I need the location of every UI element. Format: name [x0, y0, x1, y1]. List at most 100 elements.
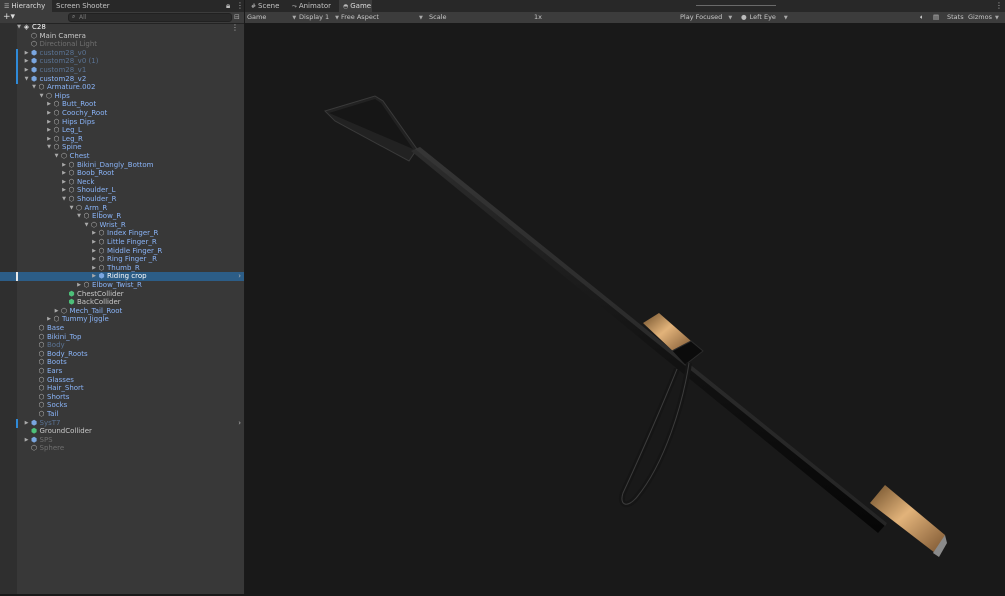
prefab-icon: ⬢: [30, 48, 38, 57]
cube-icon: ⬡: [38, 358, 45, 367]
cube-icon: ⬡: [68, 160, 75, 169]
scale-label: Scale: [429, 13, 447, 21]
cube-icon: ⬡: [38, 392, 45, 401]
mute-audio-icon[interactable]: 🔈︎: [920, 12, 924, 23]
cube-icon: ⬡: [30, 444, 38, 453]
tab-animator[interactable]: ⤳ Animator: [288, 0, 336, 12]
cube-icon: ⬡: [38, 401, 45, 410]
gamepad-icon: ◓: [343, 3, 349, 10]
cube-icon: ⬡: [68, 177, 75, 186]
chevron-down-icon: ▼: [783, 15, 788, 21]
game-panel: # Scene ⤳ Animator ◓ Game ⋮ Game ▼ Display 1…: [245, 0, 1005, 594]
hierarchy-row[interactable]: ⬡ Sphere: [0, 444, 244, 453]
cube-icon: ⬡: [38, 410, 45, 418]
animator-icon: ⤳: [292, 3, 297, 10]
tab-hierarchy-label: Hierarchy: [11, 2, 46, 10]
lock-icon[interactable]: 🔒︎: [226, 0, 230, 12]
cube-icon: ⬡: [53, 315, 60, 324]
gizmos-button[interactable]: Gizmos ▼: [968, 12, 999, 23]
cube-icon: ⬡: [38, 83, 45, 92]
prefab-icon: ⬢: [98, 272, 105, 281]
cube-icon: ⬡: [38, 332, 45, 341]
add-button[interactable]: +▾: [3, 12, 15, 23]
collider-icon: ⬢: [68, 298, 75, 307]
hierarchy-tabbar: ☰ Hierarchy Screen Shooter 🔒︎ ⋮: [0, 0, 244, 12]
hierarchy-tree: ▼ ◈ C28 ⋮ ⬡ Main Camera ⬡ Directional Light ▶ ⬢ cu…: [0, 23, 244, 594]
scene-icon: #: [251, 3, 257, 10]
cube-icon: ⬡: [38, 375, 45, 384]
tab-scene[interactable]: # Scene: [247, 0, 283, 12]
tab-game[interactable]: ◓ Game: [339, 0, 372, 12]
cube-icon: ⬡: [38, 384, 45, 393]
cube-icon: ⬡: [30, 40, 38, 49]
search-icon: ⌕: [72, 13, 76, 20]
unity-logo-icon: ◈: [23, 23, 30, 31]
filter-icon[interactable]: ⊟: [234, 13, 240, 21]
prefab-icon: ⬢: [30, 66, 38, 74]
tab-animator-label: Animator: [298, 2, 331, 10]
cube-icon: ⬡: [60, 306, 68, 315]
game-tabbar: # Scene ⤳ Animator ◓ Game ⋮: [245, 0, 1005, 12]
chevron-down-icon: ▼: [418, 15, 423, 21]
tab-screen-shooter-label: Screen Shooter: [56, 2, 110, 10]
shortcuts-icon[interactable]: ▤: [933, 12, 939, 23]
cube-icon: ⬡: [45, 91, 53, 100]
display-dropdown[interactable]: Display 1 ▼: [299, 12, 339, 23]
cube-icon: ⬡: [90, 220, 98, 229]
cube-icon: ⬡: [68, 169, 75, 178]
tab-scene-label: Scene: [258, 2, 280, 10]
hierarchy-icon: ☰: [4, 3, 10, 10]
prefab-icon: ⬢: [30, 57, 38, 66]
cube-icon: ⬡: [60, 152, 68, 160]
cube-icon: ⬡: [98, 263, 105, 272]
chevron-down-icon: ▼: [335, 15, 340, 21]
scale-slider[interactable]: [696, 5, 776, 6]
cube-icon: ⬡: [83, 212, 90, 221]
cube-icon: ⬡: [38, 367, 45, 375]
cube-icon: ⬡: [53, 126, 60, 135]
game-kebab-menu-icon[interactable]: ⋮: [995, 0, 1003, 12]
game-render: [324, 95, 947, 557]
cube-icon: ⬡: [38, 349, 45, 358]
cube-icon: ⬡: [38, 341, 45, 350]
search-field[interactable]: ⌕: [68, 13, 232, 22]
prefab-icon: ⬢: [30, 435, 38, 444]
chevron-down-icon: ▼: [728, 15, 733, 21]
stats-button[interactable]: Stats: [947, 12, 964, 23]
cube-icon: ⬡: [68, 195, 75, 203]
chevron-down-icon: ▼: [292, 15, 297, 21]
cube-icon: ⬡: [53, 134, 60, 143]
game-mode-dropdown[interactable]: Game ▼: [247, 12, 296, 23]
cube-icon: ⬡: [75, 203, 83, 212]
hierarchy-row-label: Sphere: [39, 444, 65, 453]
eye-label: Left Eye: [749, 13, 776, 21]
eye-dropdown[interactable]: ● Left Eye ▼: [741, 12, 788, 23]
tab-screen-shooter[interactable]: Screen Shooter: [52, 0, 118, 12]
cube-icon: ⬡: [53, 117, 60, 126]
cube-icon: ⬡: [68, 186, 75, 195]
cube-icon: ⬡: [98, 229, 105, 238]
cube-icon: ⬡: [38, 324, 45, 332]
riding-crop: [324, 95, 947, 557]
cube-icon: ⬡: [98, 255, 105, 264]
play-mode-dropdown[interactable]: Play Focused ▼: [680, 12, 732, 23]
collider-icon: ⬢: [30, 427, 38, 436]
tab-hierarchy[interactable]: ☰ Hierarchy: [0, 0, 52, 12]
search-input[interactable]: [79, 14, 219, 21]
hierarchy-panel: ☰Hierarchy Screen Shooter 🔒︎ ⋮ +▾ ⌕ ⊟ ▼◈…: [0, 0, 244, 594]
display-label: Display 1: [299, 13, 330, 21]
tab-game-label: Game: [350, 2, 372, 10]
collider-icon: ⬢: [68, 289, 75, 298]
eye-icon: ●: [741, 13, 747, 21]
cube-icon: ⬡: [83, 281, 90, 289]
cube-icon: ⬡: [53, 143, 60, 152]
game-viewport[interactable]: [245, 23, 1005, 594]
chevron-down-icon: ▼: [994, 15, 999, 21]
aspect-label: Free Aspect: [341, 13, 379, 21]
cube-icon: ⬡: [98, 246, 105, 255]
aspect-dropdown[interactable]: Free Aspect ▼: [341, 12, 423, 23]
cube-icon: ⬡: [53, 109, 60, 117]
cube-icon: ⬡: [53, 100, 60, 109]
kebab-menu-icon[interactable]: ⋮: [236, 0, 244, 12]
prefab-icon: ⬢: [30, 418, 38, 427]
